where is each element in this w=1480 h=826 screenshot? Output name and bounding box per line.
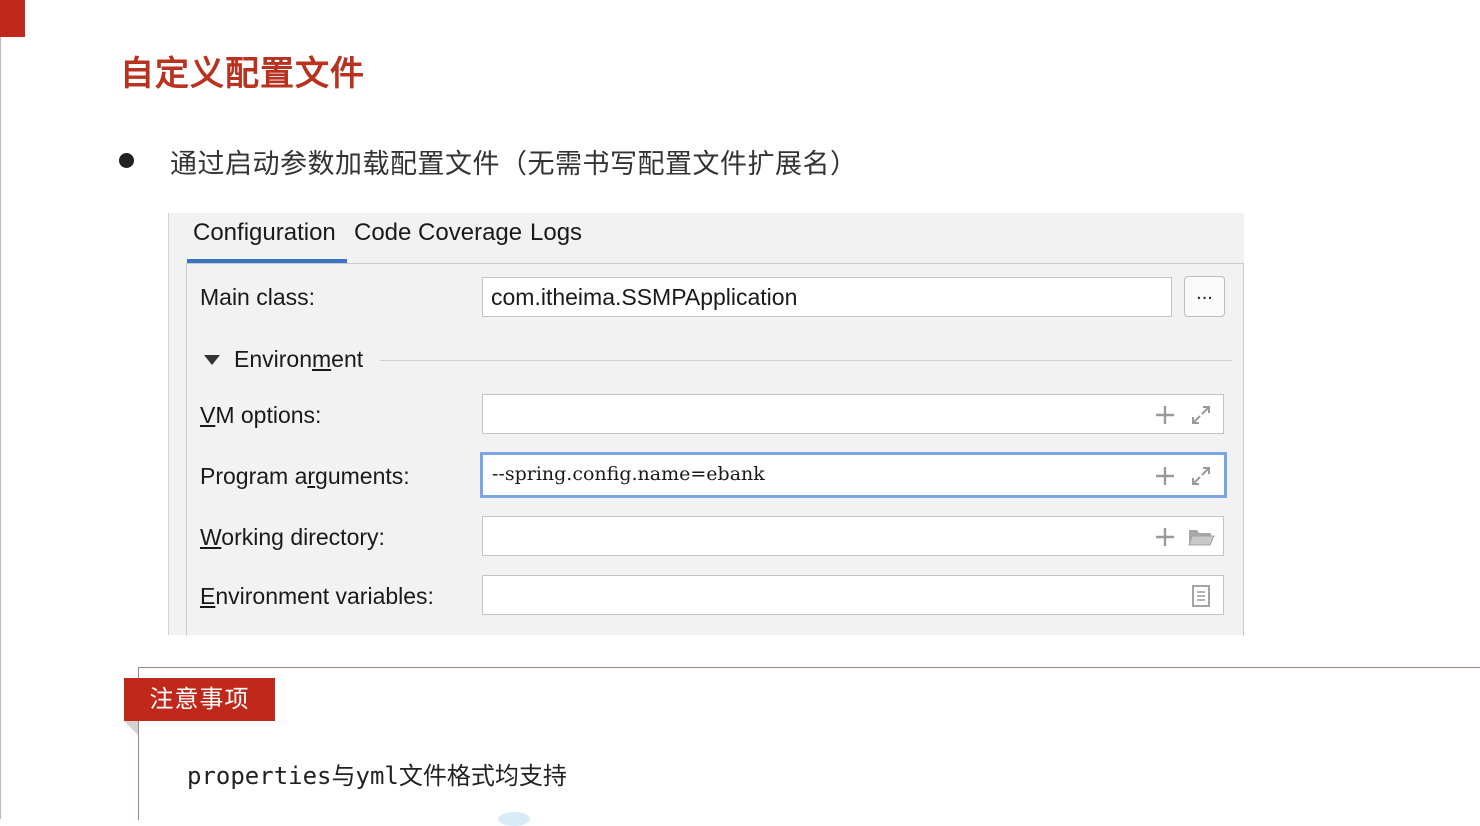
browse-main-class-button[interactable]: ... [1184, 276, 1225, 317]
environment-variables-field[interactable] [482, 575, 1224, 615]
left-rule [0, 37, 1, 819]
badge-fold [124, 721, 138, 735]
program-arguments-value: --spring.config.name=ebank [492, 463, 765, 485]
notice-badge: 注意事项 [124, 678, 275, 721]
main-class-field[interactable]: com.itheima.SSMPApplication [482, 277, 1172, 317]
slide-title: 自定义配置文件 [120, 54, 365, 94]
main-class-value: com.itheima.SSMPApplication [491, 284, 798, 310]
bullet-icon [119, 153, 134, 168]
corner-mark [0, 0, 25, 37]
folder-icon[interactable] [1187, 525, 1215, 549]
working-directory-label: Working directory: [200, 524, 385, 550]
edit-document-icon[interactable] [1189, 584, 1213, 608]
plus-icon[interactable] [1153, 464, 1177, 488]
bullet-text: 通过启动参数加载配置文件（无需书写配置文件扩展名） [170, 149, 858, 180]
environment-variables-label: Environment variables: [200, 583, 434, 609]
notice-text: properties与yml文件格式均支持 [187, 762, 567, 790]
program-arguments-field[interactable]: --spring.config.name=ebank [480, 452, 1227, 498]
environment-label: Environment [234, 346, 364, 372]
environment-section-header[interactable]: Environment [204, 346, 1232, 376]
plus-icon[interactable] [1153, 525, 1177, 549]
working-directory-field[interactable] [482, 516, 1224, 556]
tab-logs[interactable]: Logs [530, 219, 582, 247]
decorative-blob [498, 812, 530, 826]
expand-triangle-icon[interactable] [204, 355, 220, 365]
section-divider [380, 360, 1232, 361]
notice-frame [138, 667, 1480, 820]
configuration-content: Main class: com.itheima.SSMPApplication … [186, 263, 1244, 636]
run-config-panel: Configuration Code Coverage Logs Main cl… [168, 213, 1244, 636]
program-arguments-label: Program arguments: [200, 463, 410, 489]
vm-options-label: VM options: [200, 402, 322, 428]
tab-code-coverage[interactable]: Code Coverage [354, 219, 522, 247]
vm-options-field[interactable] [482, 394, 1224, 434]
plus-icon[interactable] [1153, 403, 1177, 427]
main-class-label: Main class: [200, 284, 316, 310]
tab-configuration[interactable]: Configuration [193, 219, 336, 247]
tab-bar: Configuration Code Coverage Logs [169, 213, 1244, 264]
expand-icon[interactable] [1189, 464, 1213, 488]
expand-icon[interactable] [1189, 403, 1213, 427]
